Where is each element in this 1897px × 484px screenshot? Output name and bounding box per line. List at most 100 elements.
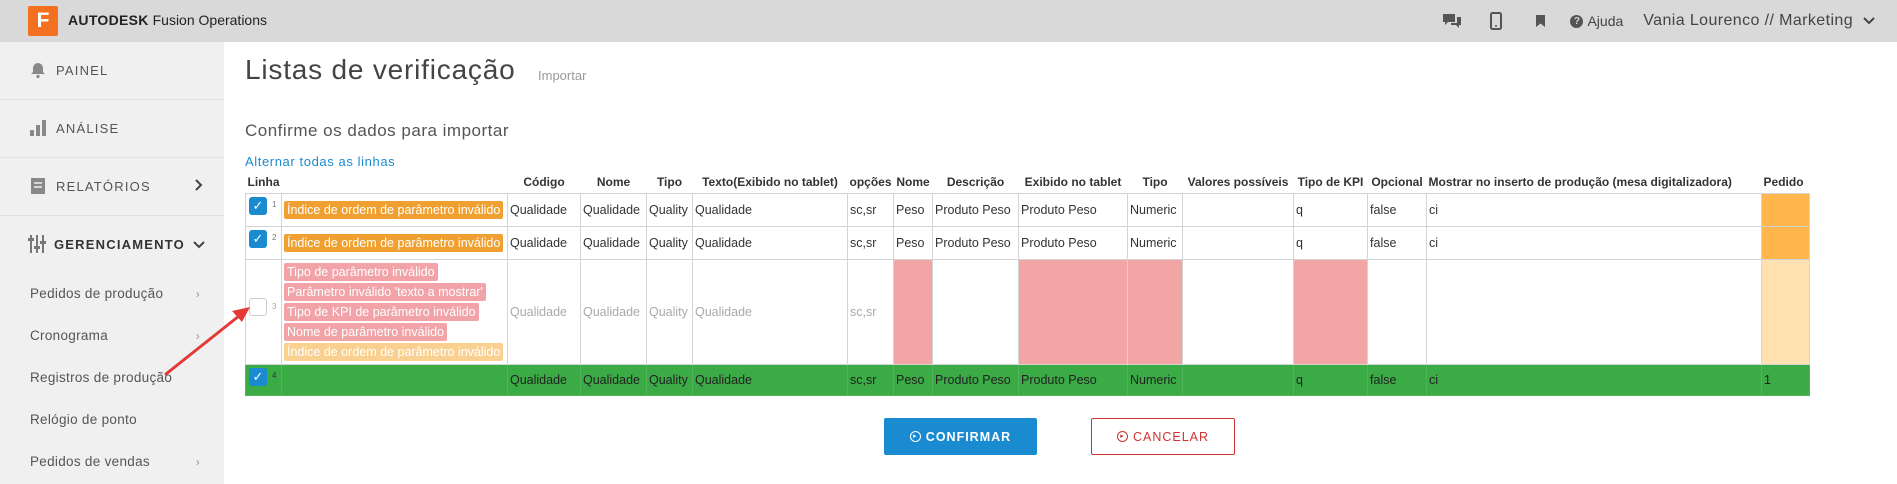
bar-chart-icon [28,118,48,138]
cell: Produto Peso [932,192,1020,227]
sidebar-subitem-pedidos-vendas[interactable]: Pedidos de vendas › [30,454,200,469]
col-header: Tipo [1142,174,1168,189]
cell: Numeric [1127,225,1184,260]
col-header: Linha [247,174,280,189]
cell: Qualidade [692,363,848,396]
chat-icon[interactable] [1430,0,1474,42]
error-badge: Parâmetro inválido 'texto a mostrar' [284,282,486,301]
col-header: Mostrar no inserto de produção (mesa dig… [1428,174,1732,189]
sidebar-item-analise[interactable]: ANÁLISE [28,118,203,138]
cell: sc,sr [846,363,895,396]
cell: false [1367,225,1428,260]
top-right-actions: ? Ajuda Vania Lourenco // Marketing [1430,0,1875,42]
table-row[interactable]: ✓ 1 Índice de ordem de parâmetro inválid… [245,192,1811,227]
cell [1182,192,1295,227]
sidebar-item-gerenciamento[interactable]: GERENCIAMENTO [28,234,205,254]
cell-invalid [893,258,934,365]
sidebar-item-painel[interactable]: PAINEL [28,60,203,80]
col-header: Pedido [1763,174,1804,189]
bookmark-icon[interactable] [1518,0,1562,42]
cell: Quality [646,192,693,227]
col-header: Opcional [1371,174,1423,189]
cell: Qualidade [507,192,581,227]
cell: Qualidade [580,192,647,227]
cell: Produto Peso [1018,192,1129,227]
mobile-icon[interactable] [1474,0,1518,42]
cell: Produto Peso [1018,363,1129,396]
cell-invalid [1127,258,1184,365]
section-title: Confirme os dados para importar [245,121,510,140]
page-title: Listas de verificação [245,54,516,85]
cell: Quality [646,258,693,365]
user-label: Vania Lourenco // Marketing [1643,12,1853,29]
cell [1426,258,1763,365]
cell: q [1293,192,1369,227]
arrow-circle-icon: ▸ [1116,431,1128,442]
row-number: 2 [272,232,277,242]
cell: false [1367,363,1428,396]
cell: sc,sr [846,225,895,260]
row-checkbox-checked[interactable]: ✓ [249,196,267,215]
col-header: Exibido no tablet [1024,174,1122,189]
row-select-cell[interactable]: ✓ 2 [245,225,282,260]
cancel-button[interactable]: ▸ CANCELAR [1091,418,1235,455]
col-header [282,171,508,193]
cell [1182,225,1295,260]
sidebar-subitem-pedidos-producao[interactable]: Pedidos de produção › [30,286,200,301]
chevron-down-icon [193,236,205,252]
sidebar-item-relatorios[interactable]: RELATÓRIOS [28,176,203,196]
cell: q [1293,363,1369,396]
table-row[interactable]: 3 Tipo de parâmetro inválido Parâmetro i… [245,258,1811,365]
sidebar-item-label: ANÁLISE [56,120,120,136]
cell: Qualidade [692,225,848,260]
chevron-down-icon [1863,12,1875,30]
cell: Qualidade [580,363,647,396]
col-header: Texto(Exibido no tablet) [702,174,838,189]
toggle-all-rows-link[interactable]: Alternar todas as linhas [245,154,395,169]
sidebar-subitem-relogio-ponto[interactable]: Relógio de ponto [30,412,200,427]
cell: q [1293,225,1369,260]
col-header: Valores possíveis [1187,174,1289,189]
col-header: opções [849,174,892,189]
row-number: 3 [272,301,277,311]
import-table: Linha Código Nome Tipo Texto(Exibido no … [245,171,1811,396]
cell: Qualidade [580,258,647,365]
row-number: 1 [272,199,277,209]
cell [1367,258,1428,365]
cell [932,258,1020,365]
table-row[interactable]: ✓ 4 Qualidade Qualidade Quality Qualidad… [245,363,1811,396]
cell: Produto Peso [1018,225,1129,260]
chevron-right-icon [195,178,203,194]
row-checkbox-checked[interactable]: ✓ [249,229,267,248]
col-header: Nome [596,174,631,189]
cancel-label: CANCELAR [1132,429,1210,444]
table-header: Linha Código Nome Tipo Texto(Exibido no … [246,171,1810,193]
sliders-icon [28,234,46,254]
confirm-button[interactable]: ▸ CONFIRMAR [884,418,1037,455]
col-header: Tipo de KPI [1297,174,1364,189]
sidebar-subitem-label: Pedidos de produção [30,286,164,301]
cell: Quality [646,363,693,396]
arrow-circle-icon: ▸ [909,431,921,442]
table-row[interactable]: ✓ 2 Índice de ordem de parâmetro inválid… [245,225,1811,260]
user-menu[interactable]: Vania Lourenco // Marketing [1643,12,1875,30]
fusion-logo[interactable]: F [28,6,58,36]
cell: Numeric [1127,363,1184,396]
col-header: Código [523,174,565,189]
row-select-cell[interactable]: ✓ 1 [245,192,282,227]
cell: Peso [893,225,934,260]
error-badge: Tipo de KPI de parâmetro inválido [284,302,479,321]
cell: ci [1426,225,1763,260]
help-link[interactable]: ? Ajuda [1570,13,1623,29]
cell-pedido [1761,192,1811,227]
cell: sc,sr [846,258,895,365]
row-errors [281,363,508,396]
row-number: 4 [272,370,277,380]
brand-name: AUTODESK Fusion Operations [68,12,267,28]
sidebar-item-label: GERENCIAMENTO [54,236,185,252]
cell: Qualidade [507,363,581,396]
cell: Qualidade [580,225,647,260]
error-badge: Índice de ordem de parâmetro inválido [284,200,504,219]
sidebar-subitem-label: Registros de produção [30,370,173,385]
cell: Quality [646,225,693,260]
